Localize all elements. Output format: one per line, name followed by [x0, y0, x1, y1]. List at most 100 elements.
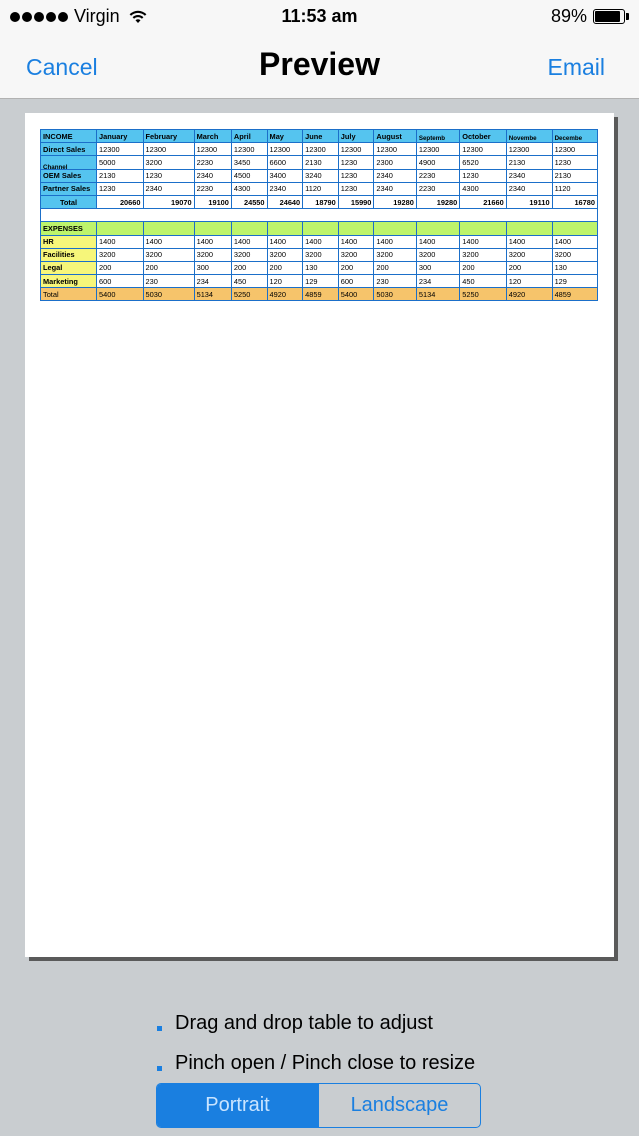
table-cell: 5000 — [96, 155, 144, 170]
month-header-cell: February — [142, 128, 195, 144]
table-cell: 2340 — [373, 181, 417, 196]
table-cell: 2130 — [302, 155, 339, 170]
table-cell: 12300 — [193, 142, 232, 157]
table-cell: 200 — [459, 260, 507, 276]
total-cell: 24640 — [266, 194, 304, 210]
table-cell: 129 — [551, 274, 599, 289]
table-cell: 3200 — [96, 247, 144, 262]
table-cell: 2340 — [193, 168, 232, 183]
table-cell: 200 — [230, 260, 268, 276]
hint-text: Drag and drop table to adjust — [175, 1012, 433, 1034]
table-cell: 6520 — [459, 155, 507, 170]
expenses-header-cell — [415, 221, 461, 236]
table-cell: 1400 — [551, 234, 599, 249]
table-cell: 12300 — [415, 142, 461, 157]
table-cell: 120 — [266, 274, 304, 289]
table-cell: 1230 — [142, 168, 195, 183]
row-label-cell: Channel — [40, 155, 97, 170]
table-cell: 200 — [266, 260, 304, 276]
total-cell: 4920 — [505, 287, 553, 302]
table-cell: 300 — [415, 260, 461, 276]
portrait-segment[interactable]: Portrait — [157, 1084, 318, 1127]
status-right: 89% — [551, 6, 629, 27]
table-cell: 3400 — [266, 168, 304, 183]
table-cell: 200 — [505, 260, 553, 276]
table-cell: 234 — [193, 274, 232, 289]
total-cell: 5134 — [415, 287, 461, 302]
spreadsheet-table[interactable]: INCOME January February March April May June Ju… — [40, 128, 599, 302]
battery-percent: 89% — [550, 6, 587, 26]
table-cell: 12300 — [230, 142, 268, 157]
expenses-header-cell — [230, 221, 268, 236]
table-cell: 1400 — [96, 234, 144, 249]
total-cell: 19100 — [193, 194, 232, 210]
table-cell: 12300 — [96, 142, 144, 157]
row-label-cell: Facilities — [40, 247, 97, 262]
table-cell: 230 — [142, 274, 195, 289]
table-cell: 3200 — [337, 247, 375, 262]
table-cell: 1230 — [337, 168, 375, 183]
month-header-cell: June — [302, 128, 339, 144]
total-cell: 20660 — [96, 194, 144, 210]
orientation-segmented-control: Portrait Landscape — [156, 1083, 481, 1128]
table-cell: 12300 — [459, 142, 507, 157]
table-cell: 1400 — [459, 234, 507, 249]
table-cell: 200 — [337, 260, 375, 276]
table-cell: 12300 — [337, 142, 375, 157]
table-cell: 1230 — [337, 181, 375, 196]
table-cell: 129 — [302, 274, 339, 289]
table-cell: 2340 — [505, 181, 553, 196]
table-cell: 200 — [96, 260, 144, 276]
row-label-cell: Marketing — [40, 274, 97, 289]
month-header-cell: July — [337, 128, 375, 144]
table-cell: 2230 — [193, 155, 232, 170]
table-cell: 3240 — [302, 168, 339, 183]
email-button[interactable]: Email — [547, 54, 605, 81]
table-cell: 2340 — [142, 181, 195, 196]
table-cell: 6600 — [266, 155, 304, 170]
total-cell: 19070 — [142, 194, 195, 210]
expenses-header-cell — [266, 221, 304, 236]
table-cell: 4300 — [230, 181, 268, 196]
table-cell: 2230 — [193, 181, 232, 196]
table-row: Partner Sales 1230 2340 2230 4300 2340 1120 123… — [40, 181, 599, 196]
row-label-cell: Direct Sales — [40, 142, 97, 157]
status-time: 11:53 am — [281, 6, 358, 26]
table-cell: 1400 — [230, 234, 268, 249]
navigation-bar: Cancel Preview Email — [0, 34, 639, 99]
expenses-header-cell — [459, 221, 507, 236]
total-cell: 15990 — [337, 194, 375, 210]
spacer-row — [40, 208, 598, 223]
table-cell: 3200 — [230, 247, 268, 262]
table-cell: 1230 — [459, 168, 507, 183]
expenses-header-label: EXPENSES — [40, 221, 97, 236]
total-cell: 24550 — [230, 194, 268, 210]
table-cell: 3200 — [551, 247, 599, 262]
table-cell: 120 — [505, 274, 553, 289]
table-cell: 1400 — [142, 234, 195, 249]
cancel-button[interactable]: Cancel — [26, 54, 98, 81]
total-cell: 5134 — [193, 287, 232, 302]
table-row: Legal 200 200 300 200 200 130 200 200 300 200 200 13… — [40, 260, 599, 276]
month-header-cell: Septemb — [415, 128, 461, 144]
table-cell: 600 — [337, 274, 375, 289]
income-header-row: INCOME January February March April May June Ju… — [40, 128, 599, 144]
total-cell: 5400 — [337, 287, 375, 302]
table-cell: 1400 — [337, 234, 375, 249]
table-cell: 12300 — [551, 142, 599, 157]
table-cell: 12300 — [142, 142, 195, 157]
table-cell: 2230 — [415, 168, 461, 183]
table-cell: 1400 — [302, 234, 339, 249]
hint-text: Pinch open / Pinch close to resize — [175, 1052, 476, 1074]
table-cell: 4500 — [230, 168, 268, 183]
table-cell: 230 — [373, 274, 417, 289]
table-cell: 200 — [373, 260, 417, 276]
table-cell: 3200 — [142, 247, 195, 262]
total-cell: 19280 — [373, 194, 417, 210]
table-cell: 3200 — [415, 247, 461, 262]
landscape-segment[interactable]: Landscape — [318, 1084, 480, 1127]
page-preview: INCOME January February March April May June Ju… — [25, 113, 614, 957]
total-cell: 5400 — [96, 287, 144, 302]
table-cell: 130 — [302, 260, 339, 276]
hints-list: Drag and drop table to adjust Pinch open… — [155, 1012, 475, 1092]
